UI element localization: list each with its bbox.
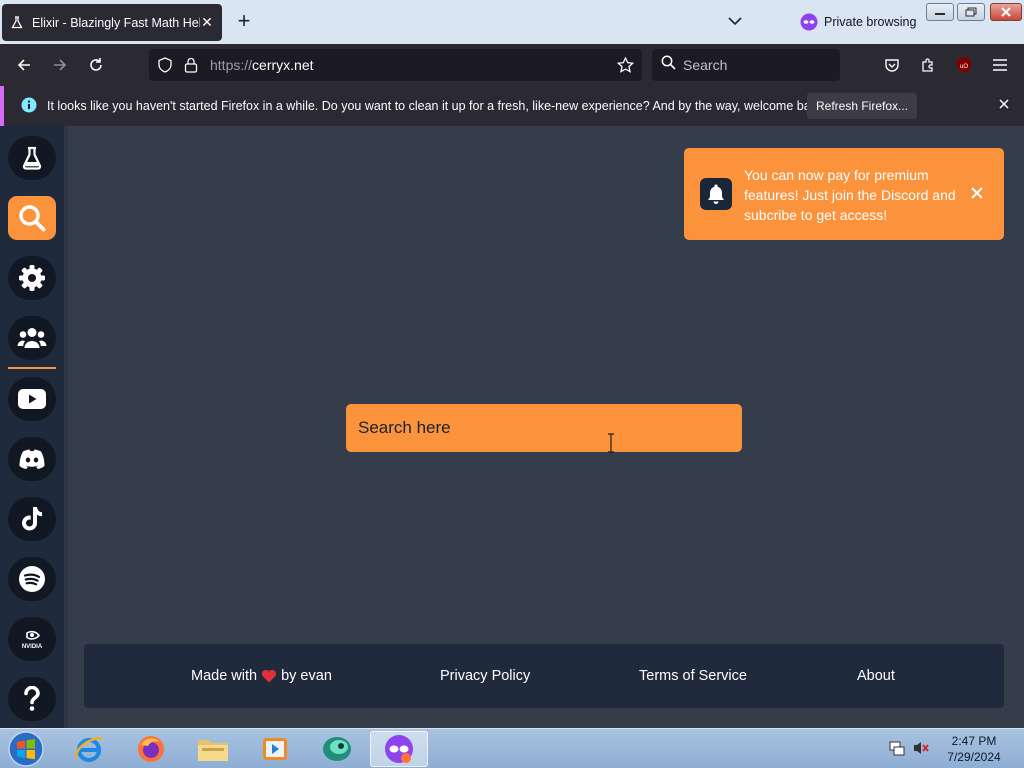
url-host: cerryx.net [252, 57, 314, 73]
sidebar-item-tiktok[interactable] [8, 497, 56, 541]
flask-icon [22, 146, 42, 170]
taskbar-firefox-private[interactable] [370, 731, 428, 767]
media-player-icon [263, 738, 287, 760]
window-close-button[interactable] [990, 3, 1022, 21]
question-mark-icon [24, 686, 40, 711]
spotify-icon [19, 566, 45, 592]
windows-logo-icon [8, 731, 44, 767]
heart-icon [261, 669, 277, 683]
back-arrow-icon[interactable] [12, 53, 36, 77]
sidebar-item-flask[interactable] [8, 136, 56, 180]
tiktok-icon [22, 507, 42, 531]
new-tab-button[interactable]: + [232, 10, 256, 34]
math-search-input[interactable] [346, 404, 742, 452]
private-browsing-indicator: Private browsing [800, 13, 916, 31]
footer-credit: Made with by evan [191, 668, 332, 684]
sidebar-item-users[interactable] [8, 316, 56, 360]
ublock-origin-icon[interactable]: uO [952, 53, 976, 77]
sidebar-item-nvidia[interactable]: NVIDIA [8, 617, 56, 661]
privacy-policy-link[interactable]: Privacy Policy [440, 668, 530, 684]
bell-icon [700, 178, 732, 210]
sidebar-item-search[interactable] [8, 196, 56, 240]
close-icon[interactable] [970, 186, 984, 200]
premium-toast: You can now pay for premium features! Ju… [684, 148, 1004, 240]
discord-icon [19, 449, 45, 469]
refresh-firefox-button[interactable]: Refresh Firefox... [807, 93, 917, 119]
lock-icon[interactable] [184, 57, 198, 78]
sidebar-item-help[interactable] [8, 677, 56, 721]
taskbar-firefox[interactable] [122, 731, 180, 767]
search-bar-placeholder: Search [683, 57, 728, 73]
system-tray [888, 739, 930, 762]
users-icon [17, 328, 47, 348]
svg-text:uO: uO [960, 64, 968, 70]
private-mask-icon [800, 13, 818, 31]
taskbar-internet-explorer[interactable] [60, 731, 118, 767]
tab-title: Elixir - Blazingly Fast Math Help! [32, 15, 200, 30]
url-text[interactable]: https://cerryx.net [210, 57, 314, 73]
extensions-puzzle-icon[interactable] [916, 53, 940, 77]
sidebar-item-discord[interactable] [8, 437, 56, 481]
start-button[interactable] [4, 730, 48, 768]
tab-elixir[interactable]: Elixir - Blazingly Fast Math Help! ✕ [2, 4, 222, 41]
internet-explorer-icon [74, 737, 103, 762]
tab-close-icon[interactable]: ✕ [200, 14, 214, 31]
flask-icon [10, 16, 24, 30]
url-protocol: https:// [210, 57, 253, 73]
footer: Made with by evan Privacy Policy Terms o… [84, 644, 1004, 708]
firefox-icon [138, 736, 164, 762]
search-bar[interactable]: Search [652, 49, 840, 81]
url-bar[interactable]: https://cerryx.net [149, 49, 642, 81]
svg-text:NVIDIA: NVIDIA [22, 644, 43, 650]
folder-icon [198, 740, 228, 761]
forward-arrow-icon[interactable] [48, 53, 72, 77]
taskbar-media-player[interactable] [246, 731, 304, 767]
hamburger-menu-icon[interactable] [988, 53, 1012, 77]
firefox-private-icon [385, 735, 413, 763]
terms-of-service-link[interactable]: Terms of Service [639, 668, 747, 684]
toast-message: You can now pay for premium features! Ju… [744, 167, 956, 223]
text-cursor-icon [606, 433, 616, 453]
clock-time: 2:47 PM [951, 734, 997, 748]
reload-icon[interactable] [84, 53, 108, 77]
notification-bar: It looks like you haven't started Firefo… [0, 86, 1024, 126]
taskbar-teal-app[interactable] [308, 731, 366, 767]
clock-date: 7/29/2024 [947, 750, 1001, 764]
youtube-icon [18, 389, 46, 409]
nvidia-icon: NVIDIA [22, 630, 43, 650]
pocket-icon[interactable] [880, 53, 904, 77]
sidebar: NVIDIA [0, 126, 64, 728]
about-link[interactable]: About [857, 668, 895, 684]
private-browsing-label: Private browsing [824, 15, 917, 29]
sidebar-edge [64, 126, 68, 728]
notification-message: It looks like you haven't started Firefo… [47, 99, 827, 113]
network-icon[interactable] [888, 739, 906, 762]
search-icon [19, 205, 46, 232]
minimize-button[interactable] [926, 3, 954, 21]
teal-app-icon [323, 737, 351, 761]
tab-strip: Elixir - Blazingly Fast Math Help! ✕ + P… [0, 0, 1024, 44]
info-icon [21, 97, 37, 113]
navigation-toolbar: https://cerryx.net Search uO [0, 44, 1024, 86]
volume-muted-icon[interactable] [912, 739, 930, 762]
sidebar-item-settings[interactable] [8, 256, 56, 300]
gear-icon [19, 265, 45, 291]
taskbar: 2:47 PM 7/29/2024 [0, 728, 1024, 768]
page-content: NVIDIA You can now pay for premium featu… [0, 126, 1024, 728]
sidebar-item-spotify[interactable] [8, 557, 56, 601]
close-icon[interactable] [997, 97, 1011, 111]
sidebar-divider [8, 367, 56, 369]
system-clock[interactable]: 2:47 PM 7/29/2024 [940, 733, 1008, 765]
search-icon [661, 55, 676, 75]
bookmark-star-icon[interactable] [616, 56, 635, 78]
footer-credit-suffix: by evan [281, 668, 332, 684]
sidebar-item-youtube[interactable] [8, 377, 56, 421]
shield-icon[interactable] [157, 57, 173, 78]
restore-button[interactable] [957, 3, 985, 21]
footer-credit-prefix: Made with [191, 668, 258, 684]
chevron-down-icon[interactable] [726, 12, 744, 30]
taskbar-file-explorer[interactable] [184, 731, 242, 767]
